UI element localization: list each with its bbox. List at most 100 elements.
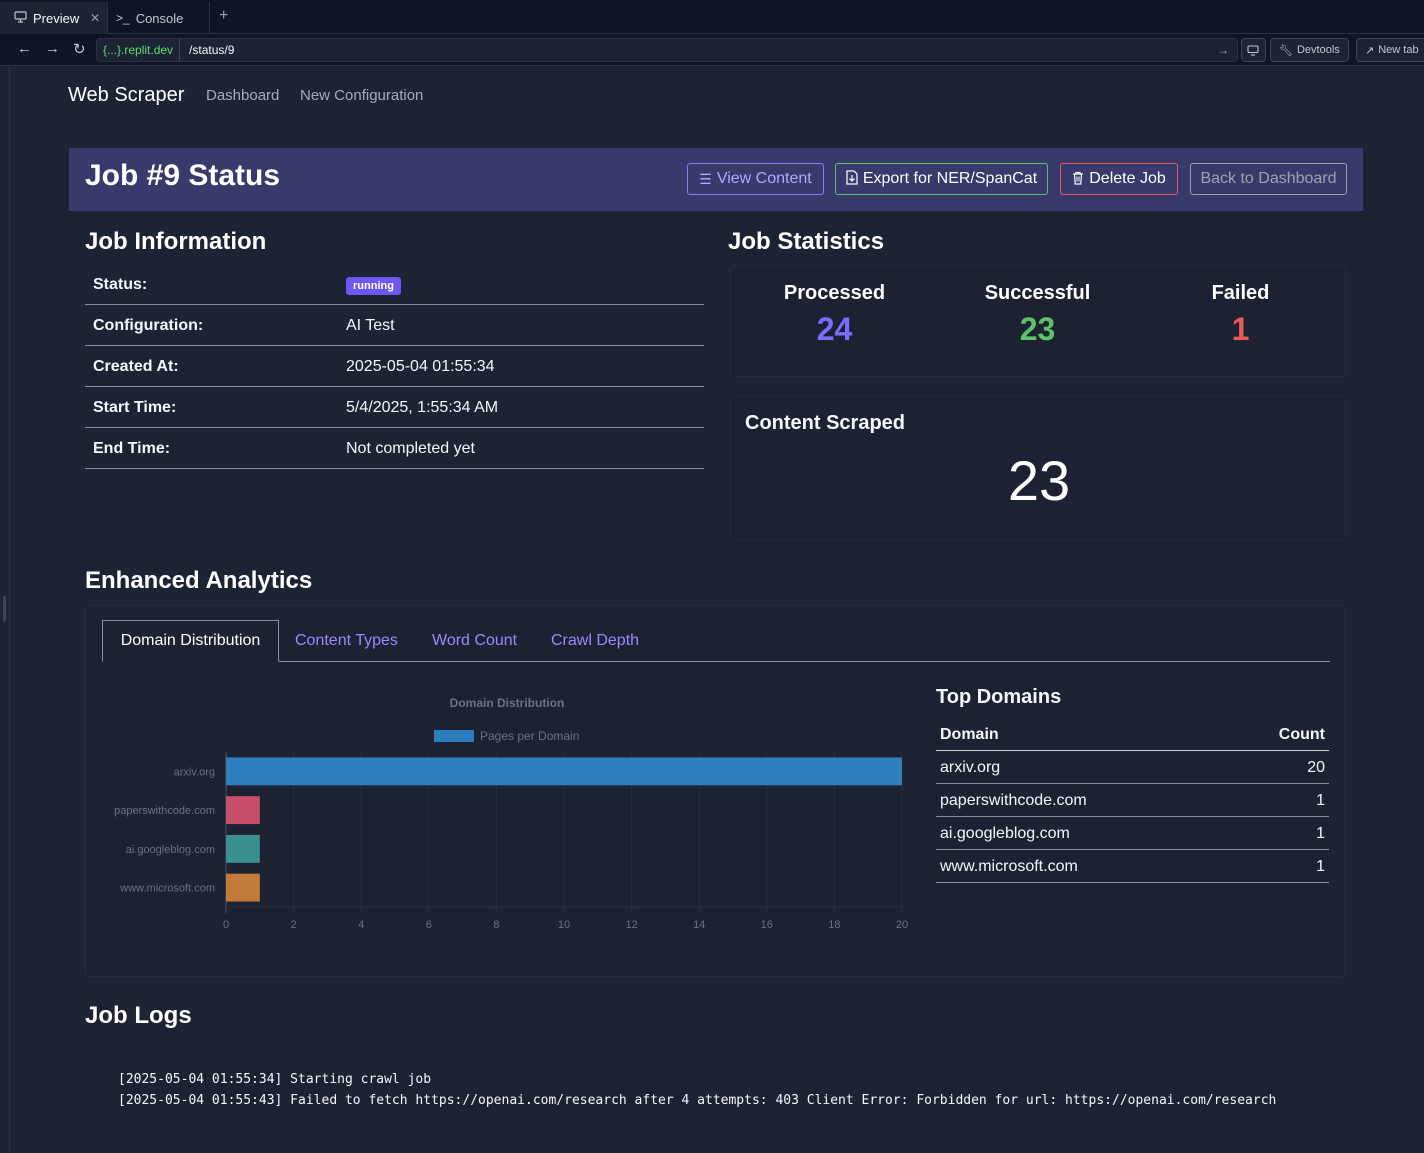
column-header-domain: Domain [940,726,999,743]
x-tick-label: 20 [896,919,908,931]
x-tick-label: 10 [558,919,570,931]
nav-dashboard[interactable]: Dashboard [206,87,279,104]
tab-preview[interactable]: Preview ✕ [0,2,108,34]
tab-domain-distribution[interactable]: Domain Distribution [102,620,279,662]
x-tick-label: 16 [761,919,773,931]
info-row-created-at: Created At: 2025-05-04 01:55:34 [85,346,704,387]
file-export-icon [846,170,858,188]
info-row-end-time: End Time: Not completed yet [85,428,704,469]
forward-arrow-icon[interactable]: → [45,40,60,57]
top-domains-title: Top Domains [936,686,1062,708]
resize-handle[interactable] [3,596,6,622]
tab-crawl-depth[interactable]: Crawl Depth [551,620,639,662]
x-tick-label: 0 [223,919,229,931]
bar[interactable] [226,834,260,863]
count-cell: 1 [1316,792,1325,809]
bar[interactable] [226,873,260,902]
trash-icon [1072,171,1084,188]
nav-new-configuration[interactable]: New Configuration [300,87,423,104]
bar[interactable] [226,796,260,825]
content-scraped-value: 23 [1007,449,1071,512]
tab-word-count[interactable]: Word Count [432,620,517,662]
devtools-label: Devtools [1296,44,1340,56]
table-row: paperswithcode.com 1 [936,784,1329,817]
info-key: Created At: [93,358,179,375]
terminal-icon: >_ [116,11,130,25]
address-bar: ← → ↻ {...}.replit.dev /status/9 → 🔧︎ De… [0,34,1424,66]
new-tab-label: New tab [1378,44,1419,56]
y-tick-label: ai.googleblog.com [126,844,215,856]
delete-job-button[interactable]: Delete Job [1060,163,1178,195]
log-line: [2025-05-04 01:55:34] Starting crawl job [118,1072,432,1087]
tab-console-label: Console [135,10,184,26]
view-content-label: View Content [716,170,812,187]
y-tick-label: www.microsoft.com [119,883,215,895]
tab-content-types[interactable]: Content Types [295,620,398,662]
count-cell: 1 [1316,858,1325,875]
export-button[interactable]: Export for NER/SpanCat [835,163,1048,195]
brand-logo[interactable]: Web Scraper [68,84,184,107]
y-tick-label: arxiv.org [174,766,215,778]
plus-icon[interactable]: + [219,7,228,25]
reload-icon[interactable]: ↻ [73,40,86,58]
stat-value: 1 [1231,311,1250,347]
status-badge: running [346,277,401,295]
stat-processed: Processed 24 [732,282,937,348]
back-arrow-icon[interactable]: ← [17,40,32,57]
count-cell: 20 [1307,759,1325,776]
tabs-divider [102,661,1330,662]
external-link-icon: ↗ [1365,44,1375,57]
page-title: Job #9 Status [85,159,281,192]
stat-label: Successful [984,282,1091,304]
view-content-button[interactable]: ☰ View Content [687,163,824,195]
job-information-title: Job Information [85,228,267,255]
screen-icon[interactable] [1241,38,1266,62]
info-value: 5/4/2025, 1:55:34 AM [346,399,499,416]
table-row: arxiv.org 20 [936,751,1329,784]
new-tab-button[interactable]: ↗ New tab [1356,38,1424,62]
info-value: AI Test [346,317,395,334]
domain-cell: ai.googleblog.com [940,825,1070,842]
x-tick-label: 14 [693,919,705,931]
log-line: [2025-05-04 01:55:43] Failed to fetch ht… [118,1093,1277,1108]
domain-distribution-chart: Domain Distribution Pages per Domain arx… [114,696,908,931]
table-row: ai.googleblog.com 1 [936,817,1329,850]
x-tick-label: 12 [625,919,637,931]
info-key: Configuration: [93,317,204,334]
url-input[interactable]: {...}.replit.dev /status/9 → [96,38,1238,62]
job-logs-title: Job Logs [85,1002,192,1029]
stat-failed: Failed 1 [1138,282,1343,348]
delete-job-label: Delete Job [1089,170,1166,187]
tab-preview-label: Preview [33,10,80,26]
url-path: /status/9 [189,43,235,57]
url-host: {...}.replit.dev [97,39,181,61]
info-value: Not completed yet [346,440,475,457]
go-arrow-icon[interactable]: → [1217,43,1229,57]
top-domains-header: Domain Count [936,718,1329,751]
content-scraped-label: Content Scraped [745,412,906,434]
devtools-button[interactable]: 🔧︎ Devtools [1270,38,1349,62]
back-to-dashboard-button[interactable]: Back to Dashboard [1190,163,1347,195]
count-cell: 1 [1316,825,1325,842]
wrench-icon: 🔧︎ [1279,44,1293,57]
stat-value: 23 [1019,311,1056,347]
list-icon: ☰ [699,170,712,187]
info-row-configuration: Configuration: AI Test [85,305,704,346]
close-icon[interactable]: ✕ [90,11,100,25]
info-key: Status: [93,276,148,293]
content-scraped-card: Content Scraped 23 [730,395,1346,540]
info-row-status: Status: running [85,264,704,305]
column-header-count: Count [1278,726,1325,743]
stat-value: 24 [816,311,853,347]
x-tick-label: 6 [426,919,432,931]
tab-console[interactable]: >_ Console [108,2,210,34]
monitor-icon [14,10,27,26]
job-statistics-title: Job Statistics [728,228,885,255]
stats-card: Processed 24 Successful 23 Failed 1 [730,265,1346,377]
stat-successful: Successful 23 [935,282,1140,348]
chart-title: Domain Distribution [450,696,565,710]
legend-label: Pages per Domain [480,729,579,743]
bar[interactable] [226,757,902,786]
info-key: End Time: [93,440,171,457]
legend-swatch [434,730,474,742]
